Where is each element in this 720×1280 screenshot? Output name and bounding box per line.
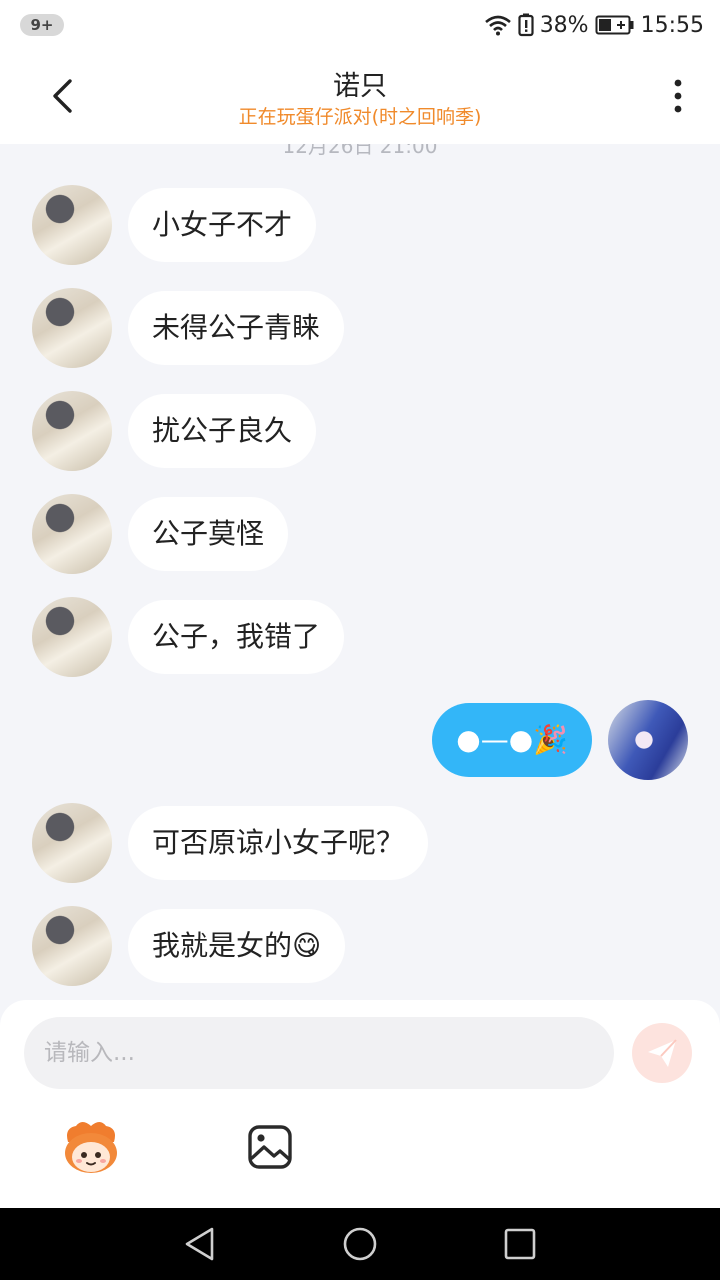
more-vertical-icon <box>674 79 682 113</box>
contact-name: 诺只 <box>333 71 387 102</box>
message-timestamp: 12月26日 21:00 <box>282 144 438 158</box>
image-button[interactable] <box>247 1124 293 1170</box>
contact-avatar[interactable] <box>32 185 112 265</box>
back-triangle-icon[interactable] <box>182 1226 218 1262</box>
notification-badge: 9+ <box>20 14 64 36</box>
home-circle-icon[interactable] <box>342 1226 378 1262</box>
self-avatar[interactable] <box>608 700 688 780</box>
send-icon <box>648 1039 677 1067</box>
message-row: 可否原谅小女子呢？ <box>0 803 720 883</box>
message-bubble[interactable]: 小女子不才 <box>128 188 317 262</box>
more-button[interactable] <box>658 70 698 122</box>
eggy-emoji-icon <box>65 1122 117 1173</box>
battery-icon <box>595 15 634 35</box>
message-row: 小女子不才 <box>0 185 720 265</box>
battery-percent: 38% <box>539 12 589 38</box>
contact-avatar[interactable] <box>32 288 112 368</box>
battery-alert-icon <box>518 13 534 37</box>
clock: 15:55 <box>640 12 704 38</box>
message-bubble[interactable]: 公子莫怪 <box>128 497 289 571</box>
message-bubble[interactable]: 扰公子良久 <box>128 394 317 468</box>
message-row: 公子莫怪 <box>0 494 720 574</box>
composer <box>0 1000 720 1208</box>
message-bubble[interactable]: 未得公子青睐 <box>128 291 345 365</box>
contact-status: 正在玩蛋仔派对(时之回响季) <box>238 106 482 128</box>
contact-avatar[interactable] <box>32 494 112 574</box>
status-icons: 38% 15:55 <box>484 10 704 40</box>
send-button[interactable] <box>632 1023 692 1083</box>
message-bubble[interactable]: 我就是女的😋 <box>128 909 346 983</box>
chat-messages[interactable]: 12月26日 21:00 小女子不才 未得公子青睐 扰公子良久 公子莫怪 公子，… <box>0 144 720 1000</box>
message-row: 我就是女的😋 <box>0 906 720 986</box>
message-bubble[interactable]: 可否原谅小女子呢？ <box>128 806 429 880</box>
message-row: 公子，我错了 <box>0 597 720 677</box>
contact-avatar[interactable] <box>32 906 112 986</box>
emoji-button[interactable] <box>60 1120 122 1176</box>
image-icon <box>248 1125 292 1169</box>
recents-square-icon[interactable] <box>502 1226 538 1262</box>
system-nav-bar <box>0 1208 720 1280</box>
chat-header: 诺只 正在玩蛋仔派对(时之回响季) <box>0 50 720 144</box>
message-input[interactable] <box>24 1017 614 1089</box>
message-row-self: ●—●🎉 <box>0 700 720 780</box>
message-bubble-self[interactable]: ●—●🎉 <box>432 703 592 777</box>
message-bubble[interactable]: 公子，我错了 <box>128 600 345 674</box>
contact-avatar[interactable] <box>32 803 112 883</box>
status-bar: 9+ 38% 15:55 <box>0 0 720 50</box>
contact-avatar[interactable] <box>32 597 112 677</box>
message-row: 扰公子良久 <box>0 391 720 471</box>
message-row: 未得公子青睐 <box>0 288 720 368</box>
wifi-icon <box>484 15 511 36</box>
contact-avatar[interactable] <box>32 391 112 471</box>
